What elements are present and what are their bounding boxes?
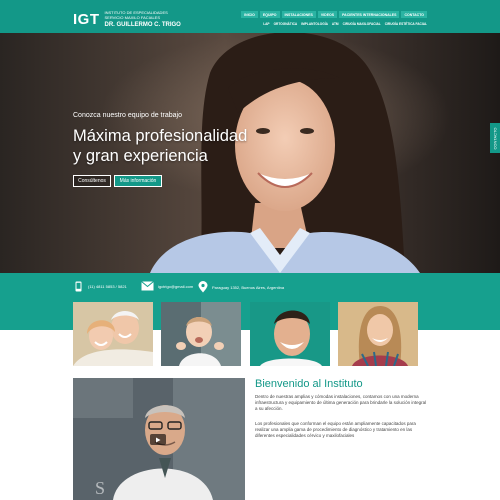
main-nav: INICIO EQUIPO INSTALACIONES VIDEOS PACIE… xyxy=(241,11,427,18)
subnav-implantologia[interactable]: IMPLANTOLOGÍA xyxy=(301,22,328,26)
location-pin-icon xyxy=(198,281,208,293)
seniors-photo xyxy=(73,302,153,366)
nav-inicio[interactable]: INICIO xyxy=(241,11,258,18)
gallery-photo-young-woman[interactable] xyxy=(338,302,418,366)
man-photo xyxy=(250,302,330,366)
subnav-cirugia-estetica[interactable]: CIRUGÍA ESTÉTICA FACIAL xyxy=(385,22,427,26)
logo-text: INSTITUTO DE ESPECIALIDADES SERVICIO MAX… xyxy=(105,10,181,29)
subnav-atm[interactable]: ATM xyxy=(332,22,339,26)
subnav-lap[interactable]: LAP xyxy=(263,22,269,26)
play-button[interactable] xyxy=(150,434,166,445)
welcome-paragraph-1: Dentro de nuestras amplias y cómodas ins… xyxy=(255,394,427,411)
welcome-title: Bienvenido al Instituto xyxy=(255,378,363,390)
gallery-photo-baby[interactable] xyxy=(161,302,241,366)
hero-title-line-2: y gran experiencia xyxy=(73,147,208,165)
hero-title: Máxima profesionalidad y gran experienci… xyxy=(73,126,247,166)
svg-text:S: S xyxy=(95,478,105,498)
phone-icon xyxy=(75,281,82,292)
email-text: igctrigo@gmail.com xyxy=(158,283,194,289)
nav-videos[interactable]: VIDEOS xyxy=(317,11,338,18)
young-woman-photo xyxy=(338,302,418,366)
play-icon xyxy=(156,437,161,442)
more-info-button[interactable]: Más información xyxy=(114,175,162,187)
specialties-nav: LAP ORTOGNÁTICA IMPLANTOLOGÍA ATM CIRUGÍ… xyxy=(263,22,427,26)
logo-line-3: DR. GUILLERMO C. TRIGO xyxy=(104,22,181,28)
nav-contacto[interactable]: CONTACTO xyxy=(401,11,427,18)
gallery-photo-seniors[interactable] xyxy=(73,302,153,366)
logo-line-2: SERVICIO MAXILO FACIALES xyxy=(104,15,161,20)
consult-button[interactable]: Consúltenos xyxy=(73,175,111,187)
address-info[interactable]: Paraguay 1352, Buenos Aires, Argentina xyxy=(198,281,284,293)
hero-banner: Conozca nuestro equipo de trabajo Máxima… xyxy=(0,33,500,273)
welcome-paragraph-2: Los profesionales que conforman el equip… xyxy=(255,421,416,438)
nav-equipo[interactable]: EQUIPO xyxy=(259,11,280,18)
contact-info-bar: (11) 4811 5853 / 5821 igctrigo@gmail.com… xyxy=(0,273,500,300)
email-info[interactable]: igctrigo@gmail.com xyxy=(141,281,193,291)
page: IGT INSTITUTO DE ESPECIALIDADES SERVICIO… xyxy=(0,0,500,500)
phone-text: (11) 4811 5853 / 5821 xyxy=(88,284,127,289)
gallery-photo-man[interactable] xyxy=(250,302,330,366)
mail-icon xyxy=(141,281,154,291)
subnav-ortognatica[interactable]: ORTOGNÁTICA xyxy=(274,22,298,26)
nav-pacientes-internacionales[interactable]: PACIENTES INTERNACIONALES xyxy=(339,11,400,18)
nav-instalaciones[interactable]: INSTALACIONES xyxy=(281,11,316,18)
subnav-cirugia-maxilofacial[interactable]: CIRUGÍA MAXILOFACIAL xyxy=(343,22,381,26)
hero-eyebrow: Conozca nuestro equipo de trabajo xyxy=(73,112,182,119)
address-text: Paraguay 1352, Buenos Aires, Argentina xyxy=(212,284,285,290)
logo-mark: IGT xyxy=(73,11,100,28)
logo[interactable]: IGT INSTITUTO DE ESPECIALIDADES SERVICIO… xyxy=(73,10,181,29)
site-header: IGT INSTITUTO DE ESPECIALIDADES SERVICIO… xyxy=(0,0,500,33)
contact-side-tab[interactable]: CONTACTO xyxy=(490,123,500,153)
phone-info[interactable]: (11) 4811 5853 / 5821 xyxy=(73,281,127,292)
contact-side-tab-label: CONTACTO xyxy=(492,126,498,150)
baby-photo xyxy=(161,302,241,366)
hero-title-line-1: Máxima profesionalidad xyxy=(73,127,248,145)
